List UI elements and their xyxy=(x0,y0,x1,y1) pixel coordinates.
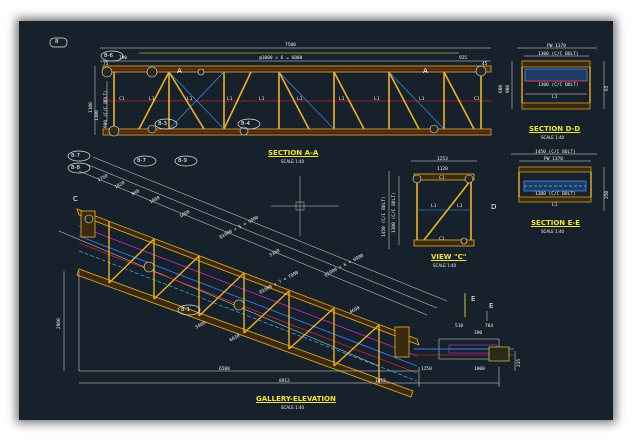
dd-dim: 1300 (C/C BOLT) xyxy=(538,52,579,57)
member-tag: 8-9 xyxy=(178,158,187,164)
view-c-side-dim: 1450 (C/C BOLT) xyxy=(382,196,387,237)
section-mark: C xyxy=(73,195,78,203)
section-mark: E xyxy=(471,295,476,303)
aa-overall-dim: 7580 xyxy=(285,43,296,48)
section-mark: E xyxy=(489,302,494,310)
gallery-title: GALLERY-ELEVATION xyxy=(256,395,336,403)
ee-dim: L1 xyxy=(552,203,558,208)
view-c-member: C1 xyxy=(439,237,445,242)
aa-left-gap-dim: 790 xyxy=(119,56,128,61)
gallery-bottom-dim: 6580 xyxy=(219,367,230,372)
section-ee-scale: SCALE 1:40 xyxy=(541,229,565,234)
ee-dim: 1300 (C/C BOLT) xyxy=(535,192,576,197)
ee-dim: 1450 (C/C BOLT) xyxy=(535,150,576,155)
aa-member-label: L1 xyxy=(339,97,345,102)
gallery-bottom-dim: 235 xyxy=(517,358,522,367)
view-c-member: L1 xyxy=(431,204,437,209)
gallery-scale: SCALE 1:40 xyxy=(281,405,305,410)
aa-member-label: C1 xyxy=(474,97,480,102)
view-c-scale: SCALE 1:40 xyxy=(433,263,457,268)
gallery-bottom-dim: 1000 xyxy=(474,367,485,372)
member-tag: 8-7 xyxy=(71,153,80,159)
dd-dim: 1300 (C/C BOLT) xyxy=(538,83,579,88)
dd-side-dim: 900 xyxy=(506,84,511,93)
aa-height-dim: 900 (C/C BOLT) xyxy=(104,90,109,128)
view-c-dim: 1253 xyxy=(437,157,448,162)
dd-side-dim: 600 xyxy=(499,84,504,93)
gallery-bottom-dim: 1250 xyxy=(421,367,432,372)
gallery-right-dim: 510 xyxy=(455,324,464,329)
aa-member-label: L1 xyxy=(259,97,265,102)
section-ee xyxy=(511,153,605,211)
ee-dim: PW 1370 xyxy=(544,157,563,162)
aa-height-dim: 1300 xyxy=(95,110,100,121)
ee-side-dim: 250 xyxy=(605,190,610,199)
section-dd xyxy=(511,47,605,110)
gallery-right-dim: 390 xyxy=(474,331,483,336)
gallery-right-dim: 784 xyxy=(485,324,494,329)
gallery-bottom-dim: 8912 xyxy=(279,379,290,384)
member-tag: 8-7 xyxy=(137,158,146,164)
gallery-bottom-dim: 1012 xyxy=(375,379,386,384)
gallery-side-dim: 2960 xyxy=(57,318,62,329)
view-c-member: L1 xyxy=(457,204,463,209)
crosshair-cursor xyxy=(271,176,339,236)
view-c-member: C1 xyxy=(439,176,445,181)
section-aa-scale: SCALE 1:40 xyxy=(281,159,305,164)
aa-member-label: L1 xyxy=(419,97,425,102)
aa-member-label: L1 xyxy=(227,97,233,102)
aa-member-label: L1 xyxy=(297,97,303,102)
section-dd-title: SECTION D-D xyxy=(529,125,581,133)
section-ee-title: SECTION E-E xyxy=(531,219,581,227)
view-c-side-dim: 1300 (C/C BOLT) xyxy=(392,192,397,233)
view-c-title: VIEW "C" xyxy=(431,253,467,261)
aa-member-label: L1 xyxy=(374,97,380,102)
member-tag: 8-1 xyxy=(181,307,190,313)
aa-height-dim: 1100 xyxy=(89,102,94,113)
member-tag: 8-3 xyxy=(158,121,167,127)
dd-dim: L1 xyxy=(552,95,558,100)
dd-dim: PW 1370 xyxy=(547,44,566,49)
member-tag: 8-6 xyxy=(104,53,113,59)
aa-end-dim: 75 xyxy=(103,62,109,67)
member-tag: 8-8 xyxy=(71,165,80,171)
view-c-dim: 1120 xyxy=(437,167,448,172)
aa-member-label: C1 xyxy=(119,97,125,102)
section-mark: D xyxy=(491,203,497,211)
aa-member-label: L1 xyxy=(187,97,193,102)
section-mark: A xyxy=(423,67,428,75)
section-mark: A xyxy=(177,67,182,75)
dd-side-dim: 65 xyxy=(605,85,610,91)
cad-drawing-canvas[interactable]: 8 7580 @1000 × 6 = 6000 790 925 75 45 11… xyxy=(19,21,613,420)
aa-end-dim: 45 xyxy=(482,62,488,67)
section-dd-scale: SCALE 1:40 xyxy=(541,135,565,140)
cad-linework xyxy=(49,37,605,398)
section-aa-truss xyxy=(94,47,492,137)
section-aa-title: SECTION A-A xyxy=(268,149,319,157)
page-mark-label: 8 xyxy=(55,39,59,45)
aa-member-label: L1 xyxy=(149,97,155,102)
member-tag: 8-4 xyxy=(241,121,250,127)
aa-pitch-dim: @1000 × 6 = 6000 xyxy=(259,56,303,61)
aa-right-gap-dim: 925 xyxy=(459,56,468,61)
